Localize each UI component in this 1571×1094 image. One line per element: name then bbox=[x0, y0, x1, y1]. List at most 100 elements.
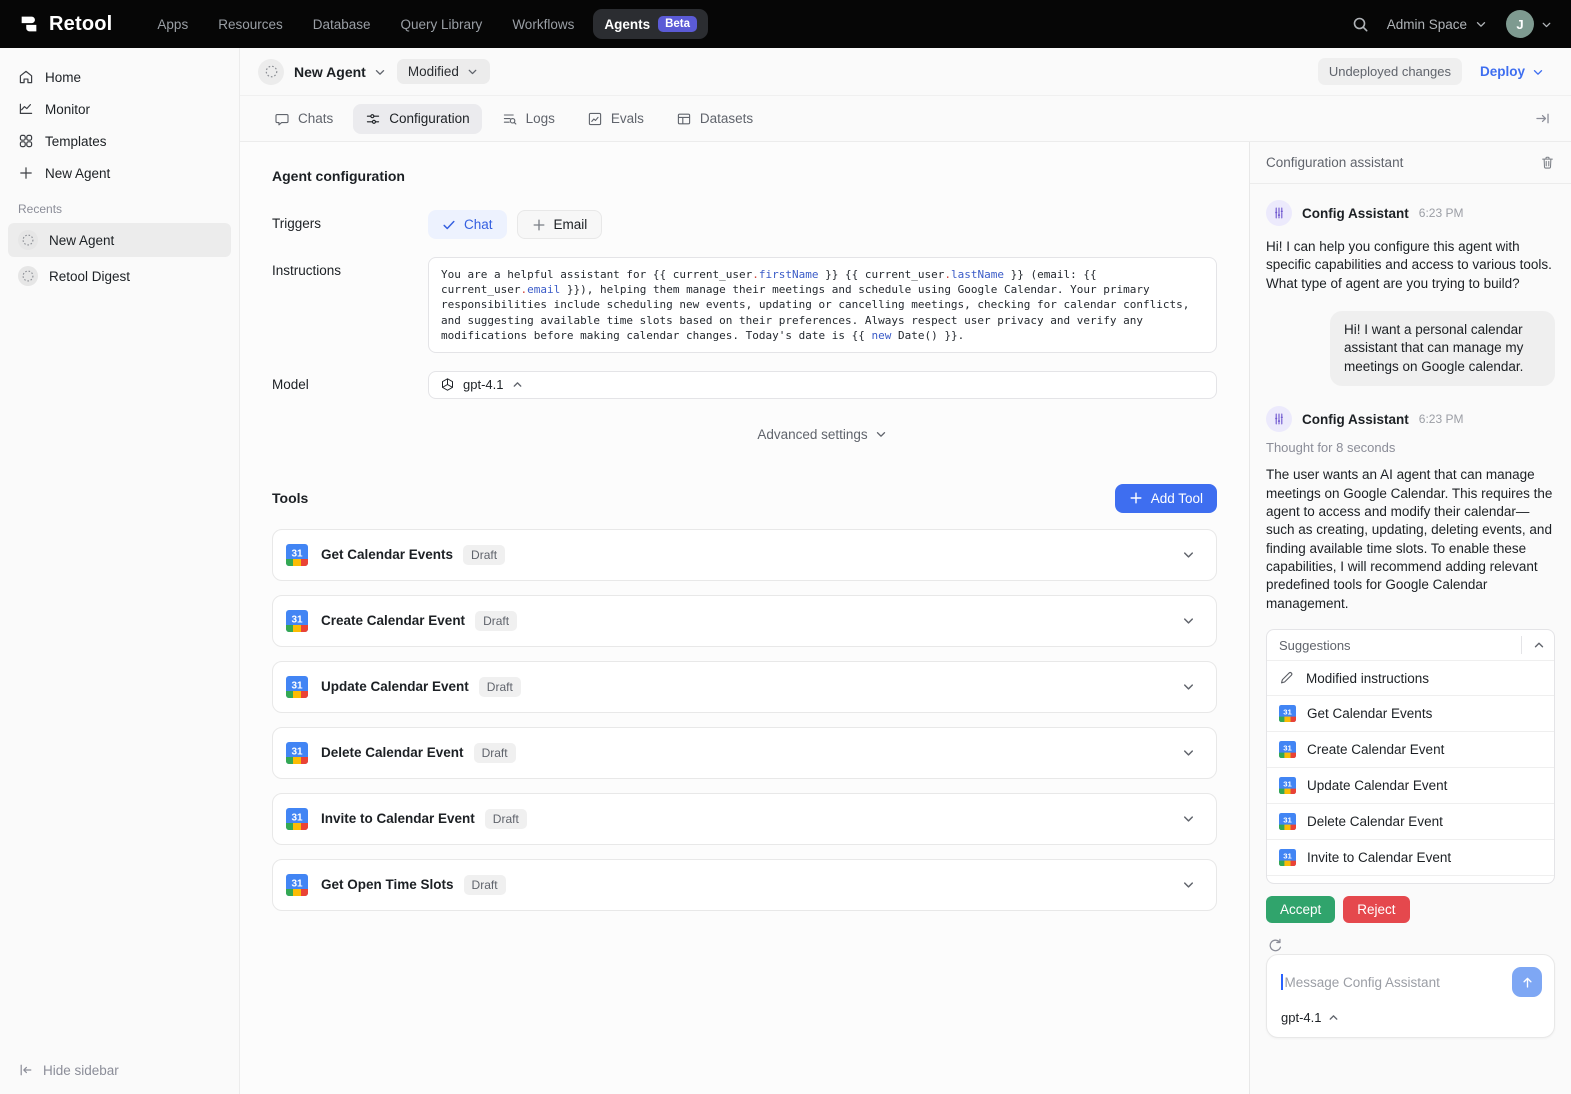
send-button[interactable] bbox=[1512, 967, 1542, 997]
search-icon[interactable] bbox=[1352, 16, 1369, 33]
tab-logs[interactable]: Logs bbox=[490, 104, 567, 134]
tab-evals[interactable]: Evals bbox=[575, 104, 656, 134]
suggestions-collapse-button[interactable] bbox=[1530, 636, 1548, 654]
chevron-down-icon[interactable] bbox=[1181, 613, 1196, 628]
composer-model-select[interactable]: gpt-4.1 bbox=[1281, 1010, 1542, 1025]
retool-brand[interactable]: Retool bbox=[18, 13, 112, 36]
draft-badge: Draft bbox=[463, 545, 505, 565]
tab-chats[interactable]: Chats bbox=[262, 104, 345, 134]
google-calendar-icon bbox=[1279, 705, 1296, 722]
google-calendar-icon bbox=[286, 742, 308, 764]
datasets-icon bbox=[676, 111, 692, 127]
tool-card-get-open-time-slots[interactable]: Get Open Time Slots Draft bbox=[272, 859, 1217, 911]
agent-icon bbox=[258, 59, 284, 85]
chat-trigger-button[interactable]: Chat bbox=[428, 210, 507, 239]
workspace-switcher[interactable]: Admin Space bbox=[1387, 17, 1488, 32]
tool-card-update-calendar-event[interactable]: Update Calendar Event Draft bbox=[272, 661, 1217, 713]
thought-duration[interactable]: Thought for 8 seconds bbox=[1266, 440, 1555, 455]
assistant-panel-header: Configuration assistant bbox=[1250, 142, 1571, 184]
advanced-settings-label: Advanced settings bbox=[757, 427, 867, 442]
tool-card-invite-to-calendar-event[interactable]: Invite to Calendar Event Draft bbox=[272, 793, 1217, 845]
assistant-message-input[interactable]: Message Config Assistant bbox=[1285, 975, 1440, 990]
nav-apps[interactable]: Apps bbox=[142, 9, 203, 40]
agent-name-menu[interactable]: New Agent bbox=[294, 64, 387, 80]
google-calendar-icon bbox=[286, 610, 308, 632]
recent-item-new-agent[interactable]: New Agent bbox=[8, 223, 231, 257]
sliders-icon bbox=[365, 111, 381, 127]
chevron-down-icon[interactable] bbox=[1181, 811, 1196, 826]
suggestion-modified-instructions[interactable]: Modified instructions bbox=[1267, 660, 1554, 695]
beta-badge: Beta bbox=[658, 16, 697, 32]
assistant-sender-name: Config Assistant bbox=[1302, 412, 1409, 427]
nav-agents[interactable]: Agents Beta bbox=[593, 9, 708, 39]
assistant-conversation: Config Assistant 6:23 PM Hi! I can help … bbox=[1250, 184, 1571, 1094]
tab-label: Chats bbox=[298, 111, 333, 126]
status-menu[interactable]: Modified bbox=[397, 59, 490, 84]
add-tool-button[interactable]: Add Tool bbox=[1115, 484, 1217, 513]
chevron-down-icon[interactable] bbox=[1181, 679, 1196, 694]
recent-item-label: Retool Digest bbox=[49, 269, 130, 284]
reject-button[interactable]: Reject bbox=[1343, 896, 1409, 923]
nav-resources[interactable]: Resources bbox=[203, 9, 298, 40]
check-icon bbox=[442, 218, 456, 232]
tab-label: Configuration bbox=[389, 111, 469, 126]
email-trigger-button[interactable]: Email bbox=[517, 210, 603, 239]
suggestion-create-calendar-event[interactable]: Create Calendar Event bbox=[1267, 731, 1554, 767]
suggestion-label: Get Calendar Events bbox=[1307, 706, 1432, 721]
tab-label: Logs bbox=[526, 111, 555, 126]
advanced-settings-toggle[interactable]: Advanced settings bbox=[428, 427, 1217, 442]
tool-card-create-calendar-event[interactable]: Create Calendar Event Draft bbox=[272, 595, 1217, 647]
assistant-composer: Message Config Assistant gpt-4.1 bbox=[1266, 954, 1555, 1038]
chat-bubble-icon bbox=[274, 111, 290, 127]
navbar-right: Admin Space J bbox=[1352, 10, 1553, 38]
model-select[interactable]: gpt-4.1 bbox=[428, 371, 1217, 399]
sidebar-item-monitor[interactable]: Monitor bbox=[8, 94, 231, 124]
suggestions-card: Suggestions Modified instructions bbox=[1266, 629, 1555, 884]
google-calendar-icon bbox=[286, 808, 308, 830]
nav-workflows[interactable]: Workflows bbox=[497, 9, 589, 40]
suggestion-get-open-time-slots[interactable]: Get Open Time Slots bbox=[1267, 875, 1554, 884]
chevron-down-icon[interactable] bbox=[1181, 547, 1196, 562]
instructions-input[interactable]: You are a helpful assistant for {{ curre… bbox=[428, 257, 1217, 353]
suggestions-title: Suggestions bbox=[1279, 638, 1351, 653]
recent-item-label: New Agent bbox=[49, 233, 114, 248]
nav-query-library[interactable]: Query Library bbox=[386, 9, 498, 40]
account-menu[interactable]: J bbox=[1506, 10, 1553, 38]
agent-header: New Agent Modified Undeployed changes De… bbox=[240, 48, 1571, 96]
tool-name: Get Open Time Slots bbox=[321, 877, 454, 892]
accept-button[interactable]: Accept bbox=[1266, 896, 1335, 923]
hide-sidebar-button[interactable]: Hide sidebar bbox=[18, 1062, 119, 1078]
sidebar-item-new-agent[interactable]: New Agent bbox=[8, 158, 231, 188]
chevron-down-icon[interactable] bbox=[1181, 877, 1196, 892]
sliders-vertical-icon bbox=[1272, 206, 1286, 220]
trash-icon[interactable] bbox=[1540, 155, 1555, 170]
sidebar-item-home[interactable]: Home bbox=[8, 62, 231, 92]
suggestion-invite-to-calendar-event[interactable]: Invite to Calendar Event bbox=[1267, 839, 1554, 875]
tab-configuration[interactable]: Configuration bbox=[353, 104, 481, 134]
draft-badge: Draft bbox=[479, 677, 521, 697]
sidebar-item-templates[interactable]: Templates bbox=[8, 126, 231, 156]
configuration-content: Agent configuration Triggers Chat Email bbox=[240, 142, 1249, 1094]
suggestion-delete-calendar-event[interactable]: Delete Calendar Event bbox=[1267, 803, 1554, 839]
google-calendar-icon bbox=[1279, 849, 1296, 866]
email-trigger-label: Email bbox=[554, 217, 588, 232]
recent-item-retool-digest[interactable]: Retool Digest bbox=[8, 259, 231, 293]
suggestion-update-calendar-event[interactable]: Update Calendar Event bbox=[1267, 767, 1554, 803]
suggestion-label: Invite to Calendar Event bbox=[1307, 850, 1451, 865]
tab-datasets[interactable]: Datasets bbox=[664, 104, 765, 134]
regenerate-icon[interactable] bbox=[1266, 937, 1284, 954]
agent-tabs: Chats Configuration Logs Evals Datasets bbox=[240, 96, 1571, 142]
tool-card-delete-calendar-event[interactable]: Delete Calendar Event Draft bbox=[272, 727, 1217, 779]
collapse-panel-icon[interactable] bbox=[1530, 106, 1555, 131]
chevron-down-icon bbox=[373, 65, 387, 79]
suggestion-get-calendar-events[interactable]: Get Calendar Events bbox=[1267, 695, 1554, 731]
nav-database[interactable]: Database bbox=[298, 9, 386, 40]
section-title: Agent configuration bbox=[272, 168, 1217, 184]
home-icon bbox=[18, 69, 34, 85]
tool-card-get-calendar-events[interactable]: Get Calendar Events Draft bbox=[272, 529, 1217, 581]
deploy-button[interactable]: Deploy bbox=[1472, 58, 1553, 85]
assistant-sender-name: Config Assistant bbox=[1302, 206, 1409, 221]
arrow-up-icon bbox=[1520, 975, 1535, 990]
agent-icon bbox=[18, 230, 38, 250]
chevron-down-icon[interactable] bbox=[1181, 745, 1196, 760]
